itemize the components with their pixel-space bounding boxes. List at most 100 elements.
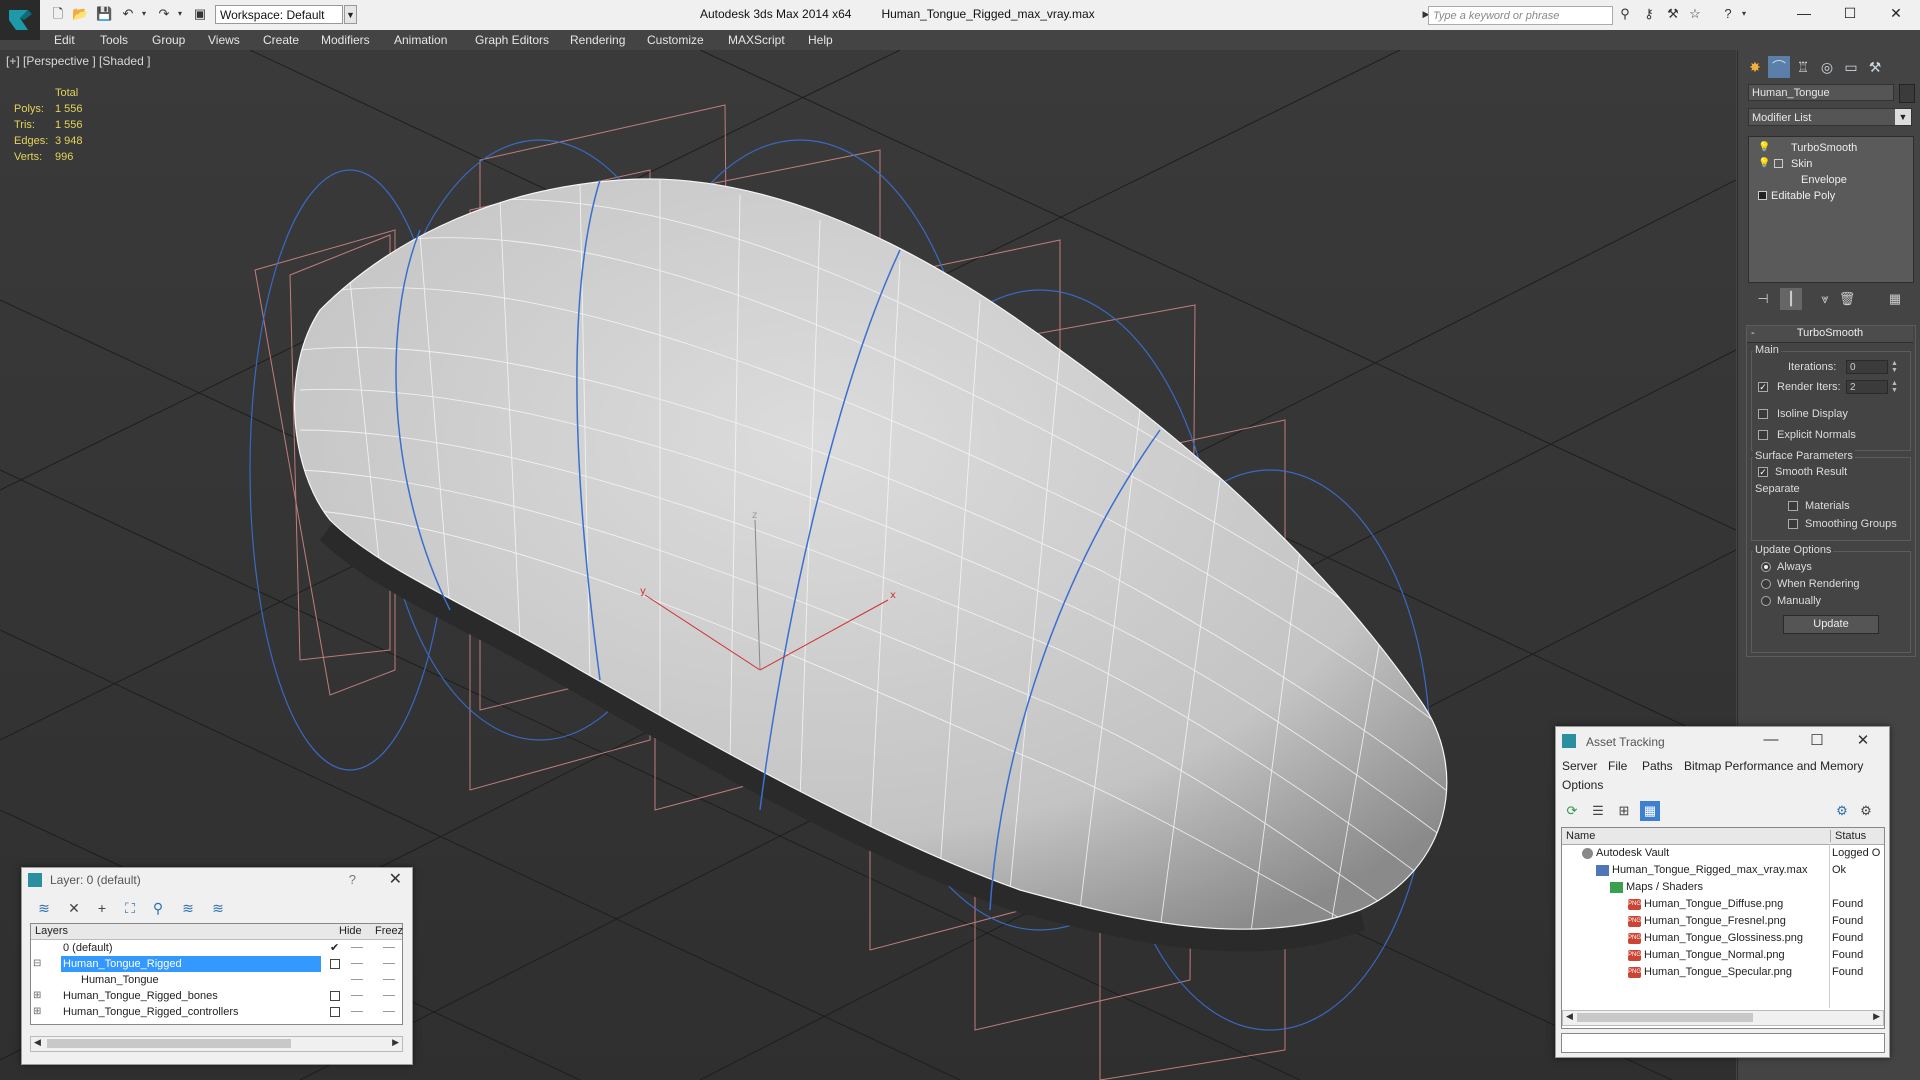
menu-customize[interactable]: Customize [647, 33, 704, 47]
minimize-button[interactable]: — [1784, 2, 1824, 24]
redo-icon[interactable]: ↷ [156, 6, 172, 22]
update-always-radio[interactable] [1761, 562, 1771, 572]
undo-dropdown-icon[interactable]: ▾ [136, 6, 152, 22]
update-button[interactable]: Update [1783, 615, 1879, 634]
render-iters-checkbox[interactable]: ✓ [1758, 382, 1768, 392]
undo-icon[interactable]: ↶ [120, 6, 136, 22]
help-icon[interactable]: ? [1720, 6, 1736, 22]
close-button[interactable]: ✕ [1848, 731, 1878, 749]
layer-row[interactable]: Human_Tongue [31, 972, 402, 988]
expand-icon[interactable]: ⊞ [33, 988, 41, 1004]
favorites-star-icon[interactable]: ☆ [1687, 6, 1703, 22]
asset-menu-options[interactable]: Options [1562, 778, 1603, 792]
object-color-swatch[interactable] [1899, 84, 1915, 103]
freeze-column-header[interactable]: Freez [375, 925, 403, 937]
checkmark-icon[interactable]: ✔ [330, 940, 339, 956]
minimize-button[interactable]: — [1756, 731, 1786, 748]
vault-login-icon[interactable]: ⚙ [1832, 801, 1852, 821]
asset-row[interactable]: PNG Human_Tongue_Glossiness.png Found [1562, 930, 1884, 947]
lightbulb-icon[interactable]: 💡 [1758, 140, 1770, 156]
modifier-list-dropdown[interactable]: Modifier List ▼ [1748, 108, 1912, 126]
asset-row[interactable]: Autodesk Vault Logged O [1562, 845, 1884, 862]
project-folder-icon[interactable]: ▣ [192, 6, 208, 22]
tree-view-icon[interactable]: ⊞ [1614, 801, 1634, 821]
hide-all-icon[interactable]: ≋ [178, 898, 198, 918]
iterations-spinner[interactable]: 0 [1846, 360, 1888, 374]
select-objects-icon[interactable]: ⛶ [120, 898, 140, 918]
asset-row[interactable]: PNG Human_Tongue_Specular.png Found [1562, 964, 1884, 981]
render-iters-spinner[interactable]: 2 [1846, 380, 1888, 394]
rollout-header[interactable]: - TurboSmooth [1747, 326, 1913, 343]
help-icon[interactable]: ? [349, 872, 356, 887]
menu-group[interactable]: Group [152, 33, 185, 47]
stack-item-envelope[interactable]: Envelope [1749, 172, 1913, 188]
hide-checkbox[interactable] [330, 1007, 340, 1017]
isoline-display-checkbox[interactable] [1758, 409, 1768, 419]
workspace-select[interactable]: Workspace: Default [215, 5, 343, 24]
viewport-label[interactable]: [+] [Perspective ] [Shaded ] [6, 54, 150, 68]
subscription-icon[interactable]: ⚷ [1641, 6, 1657, 22]
separate-materials-checkbox[interactable] [1788, 501, 1798, 511]
hide-checkbox[interactable] [330, 991, 340, 1001]
layer-row[interactable]: 0 (default) ✔ [31, 940, 402, 956]
expand-icon[interactable]: ⊞ [33, 1004, 41, 1020]
redo-dropdown-icon[interactable]: ▾ [172, 6, 188, 22]
update-when-rendering-radio[interactable] [1761, 579, 1771, 589]
stack-item-skin[interactable]: 💡 Skin [1749, 156, 1913, 172]
layer-row[interactable]: ⊞ Human_Tongue_Rigged_controllers [31, 1004, 402, 1020]
asset-menu-bitmap-performance[interactable]: Bitmap Performance and Memory [1684, 759, 1863, 773]
scroll-right-icon[interactable]: ▶ [392, 1037, 399, 1048]
object-name-field[interactable]: Human_Tongue [1748, 84, 1894, 101]
scroll-right-icon[interactable]: ▶ [1873, 1011, 1880, 1022]
create-layer-icon[interactable]: ≋ [34, 898, 54, 918]
asset-row[interactable]: PNG Human_Tongue_Fresnel.png Found [1562, 913, 1884, 930]
update-manually-radio[interactable] [1761, 596, 1771, 606]
asset-menu-paths[interactable]: Paths [1642, 759, 1673, 773]
refresh-icon[interactable]: ⟳ [1562, 801, 1582, 821]
maximize-button[interactable]: ☐ [1830, 2, 1870, 24]
utilities-tab-icon[interactable]: ⚒ [1864, 56, 1886, 78]
stack-item-turbosmooth[interactable]: 💡 TurboSmooth [1749, 140, 1913, 156]
menu-graph-editors[interactable]: Graph Editors [475, 33, 549, 47]
scroll-thumb[interactable] [1577, 1013, 1753, 1022]
menu-animation[interactable]: Animation [394, 33, 447, 47]
menu-help[interactable]: Help [808, 33, 833, 47]
menu-edit[interactable]: Edit [54, 33, 75, 47]
keyword-search-input[interactable]: Type a keyword or phrase [1428, 6, 1613, 25]
app-menu-button[interactable] [0, 0, 40, 40]
layers-column-header[interactable]: Layers [35, 925, 68, 937]
menu-rendering[interactable]: Rendering [570, 33, 625, 47]
communication-icon[interactable]: ⚒ [1665, 6, 1681, 22]
motion-tab-icon[interactable]: ◎ [1816, 56, 1838, 78]
scroll-left-icon[interactable]: ◀ [34, 1037, 41, 1048]
separate-smoothing-groups-checkbox[interactable] [1788, 519, 1798, 529]
settings-icon[interactable]: ⚙ [1856, 801, 1876, 821]
help-dropdown-icon[interactable]: ▾ [1736, 6, 1752, 22]
asset-row[interactable]: PNG Human_Tongue_Normal.png Found [1562, 947, 1884, 964]
scroll-thumb[interactable] [47, 1039, 291, 1048]
hierarchy-tab-icon[interactable]: ♖ [1792, 56, 1814, 78]
hide-column-header[interactable]: Hide [339, 925, 362, 937]
new-file-icon[interactable]: 🗋 [50, 6, 66, 22]
menu-views[interactable]: Views [208, 33, 240, 47]
stack-item-editable-poly[interactable]: Editable Poly [1749, 188, 1913, 204]
menu-maxscript[interactable]: MAXScript [728, 33, 785, 47]
status-column-header[interactable]: Status [1830, 830, 1866, 842]
close-button[interactable]: ✕ [1876, 2, 1916, 24]
spinner-arrows-icon[interactable]: ▲ ▼ [1890, 360, 1899, 374]
remove-modifier-icon[interactable]: 🗑 [1836, 288, 1858, 310]
smooth-result-checkbox[interactable]: ✓ [1758, 467, 1768, 477]
asset-row[interactable]: Maps / Shaders [1562, 879, 1884, 896]
table-view-icon[interactable]: ▦ [1640, 801, 1660, 821]
asset-row[interactable]: PNG Human_Tongue_Diffuse.png Found [1562, 896, 1884, 913]
list-view-icon[interactable]: ☰ [1588, 801, 1608, 821]
menu-tools[interactable]: Tools [100, 33, 128, 47]
expand-icon[interactable]: ⊟ [33, 956, 41, 972]
scroll-left-icon[interactable]: ◀ [1566, 1011, 1573, 1022]
menu-modifiers[interactable]: Modifiers [321, 33, 370, 47]
close-icon[interactable]: ✕ [389, 869, 402, 889]
asset-menu-file[interactable]: File [1608, 759, 1627, 773]
delete-layer-icon[interactable]: ✕ [64, 898, 84, 918]
maximize-button[interactable]: ☐ [1802, 731, 1832, 749]
asset-row[interactable]: Human_Tongue_Rigged_max_vray.max Ok [1562, 862, 1884, 879]
